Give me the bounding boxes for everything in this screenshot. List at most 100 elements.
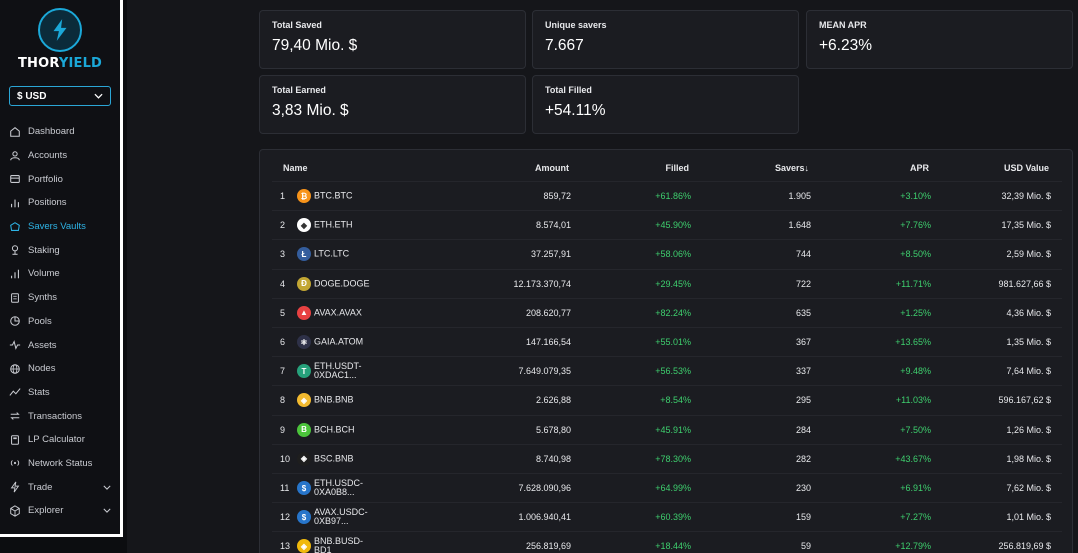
sidebar-item-transactions[interactable]: Transactions xyxy=(9,404,113,428)
table-row[interactable]: 6 ⚛ GAIA.ATOM 147.166,54 +55.01% 367 +13.65% 1,… xyxy=(272,327,1062,356)
row-rank: 12 xyxy=(280,512,291,523)
sidebar: THORYIELD $ USD Dashboard Accounts Portfol… xyxy=(0,0,127,553)
row-amount: 859,72 xyxy=(543,191,571,201)
coin-icon: ◆ xyxy=(297,218,311,233)
row-amount: 208.620,77 xyxy=(525,307,571,318)
table-row[interactable]: 4 Ð DOGE.DOGE 12.173.370,74 +29.45% 722 +11.71… xyxy=(272,268,1062,298)
stats-icon xyxy=(9,386,21,398)
currency-select[interactable]: $ USD xyxy=(9,86,111,106)
row-asset[interactable]: ETH.USDC-0XA0B8... xyxy=(314,479,374,497)
table-row[interactable]: 10 ◈ BSC.BNB 8.740,98 +78.30% 282 +43.67% 1,98 … xyxy=(272,443,1062,473)
table-row[interactable]: 13 ◈ BNB.BUSD-BD1 256.819,69 +18.44% 59 +12.79… xyxy=(272,531,1062,553)
sidebar-item-stats[interactable]: Stats xyxy=(9,381,113,405)
wallet-icon xyxy=(9,173,21,185)
row-filled: +78.30% xyxy=(655,453,691,464)
row-savers: 282 xyxy=(795,453,811,464)
row-usd-value: 981.627,66 $ xyxy=(998,278,1051,289)
sidebar-item-nodes[interactable]: Nodes xyxy=(9,357,113,381)
row-asset[interactable]: AVAX.AVAX xyxy=(314,308,362,317)
table-row[interactable]: 3 Ł LTC.LTC 37.257,91 +58.06% 744 +8.50% 2,59 M… xyxy=(272,239,1062,268)
row-apr: +11.71% xyxy=(895,278,931,289)
home-icon xyxy=(9,126,21,138)
row-asset[interactable]: AVAX.USDC-0XB97... xyxy=(314,508,374,526)
header-savers[interactable]: Savers↓ xyxy=(775,163,809,173)
table-row[interactable]: 5 ▲ AVAX.AVAX 208.620,77 +82.24% 635 +1.25% 4,3… xyxy=(272,297,1062,327)
row-savers: 744 xyxy=(795,249,811,260)
row-asset[interactable]: GAIA.ATOM xyxy=(314,337,363,347)
row-asset[interactable]: ETH.ETH xyxy=(314,220,353,230)
brand-name-part1: THOR xyxy=(17,56,59,71)
row-usd-value: 1,98 Mio. $ xyxy=(1006,453,1051,464)
sidebar-item-lp-calculator[interactable]: LP Calculator xyxy=(9,428,113,452)
sidebar-item-label: Accounts xyxy=(28,150,68,162)
stat-value: 7.667 xyxy=(545,37,584,54)
header-usd-value[interactable]: USD Value xyxy=(1004,163,1049,173)
sidebar-item-portfolio[interactable]: Portfolio xyxy=(9,167,113,191)
coin-icon: $ xyxy=(297,481,311,495)
row-savers: 295 xyxy=(795,395,811,406)
row-savers: 159 xyxy=(795,512,811,523)
row-rank: 4 xyxy=(280,278,286,289)
row-savers: 59 xyxy=(800,541,811,552)
table-row[interactable]: 9 B BCH.BCH 5.678,80 +45.91% 284 +7.50% 1,26 Mi… xyxy=(272,414,1062,444)
row-asset[interactable]: BNB.BUSD-BD1 xyxy=(314,537,374,553)
header-filled[interactable]: Filled xyxy=(665,163,689,173)
row-usd-value: 256.819,69 $ xyxy=(998,541,1051,552)
header-apr[interactable]: APR xyxy=(910,163,929,173)
row-asset[interactable]: BTC.BTC xyxy=(314,191,353,201)
table-row[interactable]: 1 ₿ BTC.BTC 859,72 +61.86% 1.905 +3.10% 32,39 M… xyxy=(272,181,1062,210)
coin-icon: ⚛ xyxy=(297,335,311,349)
sidebar-item-label: Volume xyxy=(28,268,60,280)
row-usd-value: 4,36 Mio. $ xyxy=(1006,307,1051,318)
sidebar-item-assets[interactable]: Assets xyxy=(9,333,113,357)
row-rank: 1 xyxy=(280,191,286,201)
table-row[interactable]: 11 $ ETH.USDC-0XA0B8... 7.628.090,96 +64.99%… xyxy=(272,473,1062,502)
row-filled: +64.99% xyxy=(655,483,691,493)
table-row[interactable]: 8 ◈ BNB.BNB 2.626,88 +8.54% 295 +11.03% 596.167… xyxy=(272,385,1062,414)
row-rank: 5 xyxy=(280,307,286,318)
row-asset[interactable]: LTC.LTC xyxy=(314,249,349,259)
sidebar-item-explorer[interactable]: Explorer xyxy=(9,499,113,523)
sidebar-item-label: Transactions xyxy=(28,410,83,422)
coin-icon: Ð xyxy=(297,276,311,291)
coin-icon: ◈ xyxy=(297,539,311,553)
row-asset[interactable]: BCH.BCH xyxy=(314,425,355,434)
row-amount: 8.740,98 xyxy=(535,453,571,464)
sidebar-item-synths[interactable]: Synths xyxy=(9,286,113,310)
sidebar-item-dashboard[interactable]: Dashboard xyxy=(9,120,113,144)
sidebar-item-staking[interactable]: Staking xyxy=(9,238,113,262)
row-filled: +60.39% xyxy=(655,512,691,523)
header-amount[interactable]: Amount xyxy=(535,163,569,173)
sidebar-item-label: Synths xyxy=(28,292,58,304)
stat-card-total-earned: Total Earned 3,83 Mio. $ xyxy=(259,75,526,134)
row-asset[interactable]: ETH.USDT-0XDAC1... xyxy=(314,362,374,380)
sidebar-item-volume[interactable]: Volume xyxy=(9,262,113,286)
row-filled: +29.45% xyxy=(655,278,691,289)
row-asset[interactable]: BNB.BNB xyxy=(314,395,354,405)
lightning-icon xyxy=(38,8,82,52)
table-row[interactable]: 12 $ AVAX.USDC-0XB97... 1.006.940,41 +60.39%… xyxy=(272,502,1062,531)
row-asset[interactable]: DOGE.DOGE xyxy=(314,279,370,288)
row-filled: +8.54% xyxy=(660,395,691,406)
row-filled: +45.90% xyxy=(655,220,691,231)
header-name[interactable]: Name xyxy=(283,163,308,173)
table-row[interactable]: 2 ◆ ETH.ETH 8.574,01 +45.90% 1.648 +7.76% 17,35… xyxy=(272,210,1062,239)
sidebar-item-accounts[interactable]: Accounts xyxy=(9,144,113,168)
row-asset[interactable]: BSC.BNB xyxy=(314,454,354,463)
brand-name-part2: YIELD xyxy=(58,56,103,71)
brand-logo[interactable]: THORYIELD xyxy=(0,8,120,71)
table-row[interactable]: 7 T ETH.USDT-0XDAC1... 7.649.079,35 +56.53% 3… xyxy=(272,356,1062,385)
user-icon xyxy=(9,150,21,162)
row-amount: 5.678,80 xyxy=(535,424,571,435)
sidebar-item-pools[interactable]: Pools xyxy=(9,310,113,334)
row-apr: +6.91% xyxy=(900,483,931,493)
sidebar-item-positions[interactable]: Positions xyxy=(9,191,113,215)
row-rank: 8 xyxy=(280,395,286,406)
sidebar-item-savers-vaults[interactable]: Savers Vaults xyxy=(9,215,113,239)
coin-icon: B xyxy=(297,422,311,437)
globe-icon xyxy=(9,363,21,375)
row-amount: 2.626,88 xyxy=(535,395,571,406)
sidebar-item-trade[interactable]: Trade xyxy=(9,475,113,499)
sidebar-item-network-status[interactable]: Network Status xyxy=(9,452,113,476)
currency-value: $ USD xyxy=(17,90,47,102)
